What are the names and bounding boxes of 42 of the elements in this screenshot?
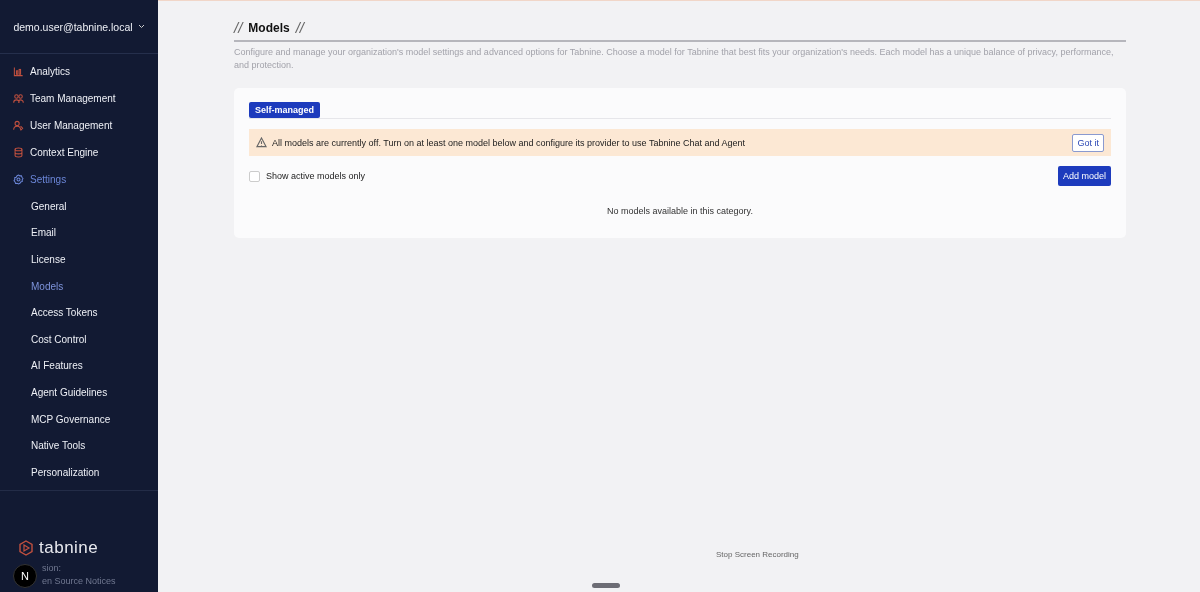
sidebar-subitem[interactable]: General [0, 193, 158, 220]
account-name[interactable]: demo.user@tabnine.local [13, 20, 133, 33]
sidebar-item[interactable]: Analytics [0, 58, 158, 85]
sidebar-item[interactable]: User Management [0, 112, 158, 139]
warning-icon [256, 137, 267, 148]
sidebar-item[interactable]: Settings [0, 166, 158, 193]
logo-icon [18, 540, 34, 556]
dev-badge[interactable]: N [13, 564, 37, 588]
chart-icon [13, 66, 24, 77]
title-slashes: // [234, 19, 243, 36]
add-model-button[interactable]: Add model [1057, 166, 1111, 186]
stop-recording-button[interactable]: Stop Screen Recording [716, 550, 799, 559]
sidebar-subitem[interactable]: Agent Guidelines [0, 379, 158, 406]
sidebar-item[interactable]: Team Management [0, 85, 158, 112]
sidebar-subitem[interactable]: Native Tools [0, 432, 158, 459]
sidebar-subitem[interactable]: AI Features [0, 352, 158, 380]
database-icon [13, 147, 24, 158]
warning-text: All models are currently off. Turn on at least one model below and configure its provider to use Tabnine Chat and Agent [272, 137, 746, 148]
logo-text: tabnine [39, 538, 99, 558]
sidebar-item[interactable]: Context Engine [0, 139, 158, 166]
notices-link[interactable]: en Source Notices [42, 576, 116, 586]
sidebar-subitem[interactable]: Email [0, 219, 158, 247]
sidebar-subitem[interactable]: Cost Control [0, 325, 158, 353]
page-title: Models [248, 20, 290, 35]
checkbox[interactable] [249, 170, 260, 182]
home-indicator [592, 583, 620, 588]
team-icon [13, 93, 24, 104]
sidebar-subitem[interactable]: MCP Governance [0, 405, 158, 433]
empty-message: No models available in this category. [606, 206, 754, 216]
tab[interactable]: Self-managed [249, 102, 320, 118]
version-label: sion: [42, 563, 61, 573]
title-slashes: // [295, 19, 305, 36]
sidebar-subitem[interactable]: Access Tokens [0, 299, 158, 326]
gear-icon [13, 174, 24, 185]
sidebar-subitem[interactable]: License [0, 246, 158, 273]
caret-icon[interactable] [137, 24, 145, 29]
checkbox-label[interactable]: Show active models only [266, 171, 366, 181]
user-icon [13, 120, 24, 131]
page-description: Configure and manage your organization's model settings and advanced options for Tabnine. Choose a model for Tabnine that best fits your organization's needs. Each model has a unique balance of privacy, performance, and protection. [234, 46, 1115, 72]
sidebar-subitem[interactable]: Models [0, 272, 158, 300]
got-it-button[interactable]: Got it [1072, 133, 1104, 152]
sidebar-subitem[interactable]: Personalization [0, 458, 158, 486]
